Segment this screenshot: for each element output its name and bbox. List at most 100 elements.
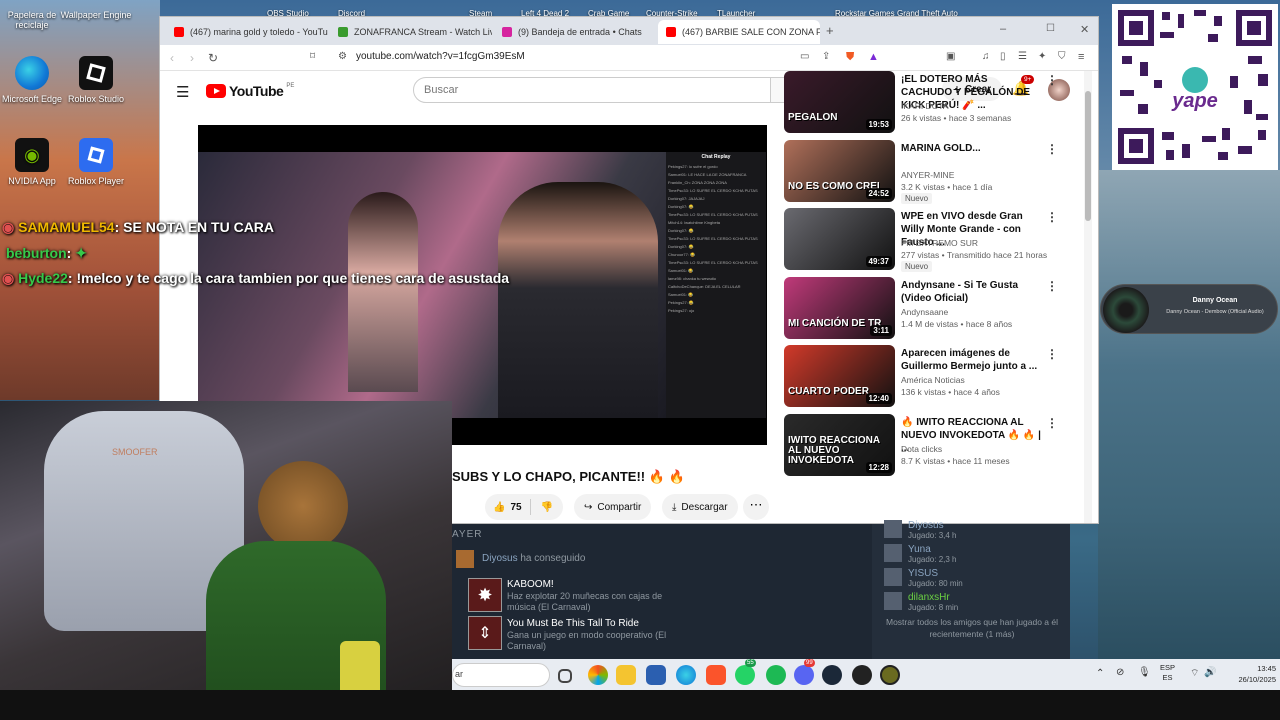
language-indicator[interactable]: ESP ES [1160, 663, 1175, 683]
more-options-icon[interactable]: ⋮ [1046, 73, 1058, 87]
recommendation-channel[interactable]: FM EXTREMO SUR [901, 238, 978, 248]
discord-icon[interactable]: 99 [794, 659, 815, 685]
scrollbar-track[interactable] [1084, 71, 1092, 523]
recommendation-channel[interactable]: IKARI DOTA [901, 101, 949, 111]
recommendation-thumbnail[interactable]: NO ES COMO CREI 24:52 [784, 140, 895, 202]
store-icon[interactable] [646, 665, 666, 685]
task-view-icon[interactable] [558, 669, 572, 683]
recommendation-item[interactable]: 49:37 WPE en VIVO desde Gran Willy Monte … [784, 208, 1084, 272]
recommendation-item[interactable]: IWITO REACCIONA AL NUEVO INVOKEDOTA 12:28… [784, 414, 1084, 478]
overlay-chat-emote-icon: ✦ [75, 245, 87, 261]
leo-ai-icon[interactable]: ✦ [1038, 51, 1046, 62]
recommendation-item[interactable]: PEGALON 19:53 ¡EL DOTERO MÁS CACHUDO Y PEG… [784, 71, 1084, 135]
friend-item[interactable]: Yuna Jugado: 2,3 h [884, 542, 1064, 564]
recommendation-thumbnail[interactable]: 49:37 [784, 208, 895, 270]
recommendation-channel[interactable]: América Noticias [901, 375, 965, 385]
recommendation-title[interactable]: MARINA GOLD... [901, 142, 1041, 155]
wifi-icon[interactable]: ⌔ [1190, 667, 1199, 680]
new-badge: Nuevo [901, 261, 933, 272]
brave-shield-icon[interactable]: ⛊ [846, 51, 854, 64]
more-options-icon[interactable]: ⋮ [1046, 347, 1058, 361]
chat-line: Pekings27: lo sufre el gordo [668, 164, 718, 169]
youtube-logo[interactable]: YouTube PE [206, 83, 294, 99]
taskbar-search[interactable]: ar [452, 663, 550, 687]
menu-icon[interactable]: ≡ [1078, 51, 1084, 63]
maximize-button[interactable]: ☐ [1046, 23, 1055, 34]
tab-youtube-marina[interactable]: (467) marina gold y toledo - YouTube [166, 20, 328, 44]
more-options-icon[interactable]: ⋮ [1046, 142, 1058, 156]
sidebar-icon[interactable]: ▯ [1000, 51, 1006, 62]
recommendation-thumbnail[interactable]: PEGALON 19:53 [784, 71, 895, 133]
desktop-icon-roblox-studio[interactable]: Roblox Studio [58, 56, 134, 104]
desktop-icon-roblox-player[interactable]: Roblox Player [58, 138, 134, 186]
friend-item[interactable]: Diyosus Jugado: 3,4 h [884, 518, 1064, 540]
forward-icon[interactable]: › [190, 51, 194, 65]
spotify-icon[interactable] [766, 665, 786, 685]
brave-taskbar-icon[interactable] [706, 665, 726, 685]
recommendation-thumbnail[interactable]: CUARTO PODER 12:40 [784, 345, 895, 407]
download-button[interactable]: ⤓ Descargar [662, 494, 738, 520]
vpn-icon[interactable]: ⛉ [1058, 51, 1066, 62]
cast-icon[interactable]: ▭ [800, 51, 809, 62]
more-options-icon[interactable]: ⋮ [1046, 416, 1058, 430]
recommendation-item[interactable]: CUARTO PODER 12:40 Aparecen imágenes de Gu… [784, 345, 1084, 409]
tab-instagram[interactable]: (9) Bandeja de entrada • Chats [494, 20, 656, 44]
site-info-icon[interactable]: ⚙ [338, 51, 347, 62]
friend-avatar [884, 520, 902, 538]
url-field[interactable]: youtube.com/watch?v=1fcgGm39EsM [356, 51, 525, 62]
microphone-tray-icon[interactable]: 🎙 [1138, 667, 1151, 678]
network-off-icon[interactable]: ⊘ [1116, 667, 1124, 678]
desktop-icon-wallpaper-engine[interactable]: Wallpaper Engine [58, 0, 134, 20]
tab-search-icon[interactable]: ▣ [946, 51, 955, 62]
show-all-friends-link[interactable]: Mostrar todos los amigos que han jugado … [880, 616, 1064, 640]
hamburger-menu-icon[interactable]: ☰ [176, 83, 189, 101]
copilot-icon[interactable] [588, 665, 608, 685]
new-tab-button[interactable]: + [826, 23, 834, 38]
scrollbar-thumb[interactable] [1085, 91, 1091, 221]
brave-rewards-icon[interactable]: ▲ [868, 51, 879, 63]
recommendation-channel[interactable]: ANYER-MINE [901, 170, 954, 180]
recommendation-thumbnail[interactable]: IWITO REACCIONA AL NUEVO INVOKEDOTA 12:28 [784, 414, 895, 476]
close-window-button[interactable]: ✕ [1080, 23, 1089, 36]
more-options-icon[interactable]: ⋮ [1046, 279, 1058, 293]
bookmark-icon[interactable]: ⌑ [310, 51, 315, 62]
recommendation-thumbnail[interactable]: MI CANCIÓN DE TR 3:11 [784, 277, 895, 339]
friend-playtime: Jugado: 80 min [908, 579, 963, 588]
whatsapp-icon[interactable]: 55 [735, 659, 756, 685]
reload-icon[interactable]: ↻ [208, 51, 218, 65]
search-input[interactable]: Buscar [413, 77, 771, 103]
chat-line: Samuel01: 😂 [668, 292, 694, 297]
recommendation-item[interactable]: MI CANCIÓN DE TR 3:11 Andynsane - Si Te Gu… [784, 277, 1084, 341]
reading-list-icon[interactable]: ☰ [1018, 51, 1027, 62]
volume-icon[interactable]: 🔊 [1204, 667, 1216, 678]
friend-item[interactable]: YISUS Jugado: 80 min [884, 566, 1064, 588]
clock[interactable]: 13:45 26/10/2025 [1228, 663, 1276, 685]
recommendation-channel[interactable]: Andynsaane [901, 307, 948, 317]
tab-zonafranca[interactable]: ZONAFRANCA Stream - Watch Live o [330, 20, 492, 44]
edge-taskbar-icon[interactable] [676, 665, 696, 685]
file-explorer-icon[interactable] [616, 665, 636, 685]
share-icon[interactable]: ⇪ [822, 51, 830, 62]
tab-youtube-barbie[interactable]: (467) BARBIE SALE CON ZONA F✕ [658, 20, 820, 44]
music-control-icon[interactable]: ♫ [982, 51, 990, 62]
recommendation-title[interactable]: Andynsane - Si Te Gusta (Video Oficial) [901, 279, 1041, 305]
activity-user-avatar[interactable] [456, 550, 474, 568]
tray-expand-icon[interactable]: ⌃ [1096, 668, 1104, 679]
recommendation-channel[interactable]: Dota clicks [901, 444, 942, 454]
obs-icon[interactable] [852, 665, 872, 685]
back-icon[interactable]: ‹ [170, 51, 174, 65]
now-playing-widget[interactable]: Danny Ocean Danny Ocean - Dembow (Offici… [1100, 284, 1278, 334]
new-badge: Nuevo [901, 193, 933, 204]
more-actions-button[interactable]: ⋯ [743, 494, 769, 520]
dislike-button[interactable]: 👎 [531, 502, 563, 513]
share-button[interactable]: ↪ Compartir [574, 494, 652, 520]
friend-item[interactable]: dilanxsHr Jugado: 8 min [884, 590, 1064, 612]
recommendation-item[interactable]: NO ES COMO CREI 24:52 MARINA GOLD... ANYER-… [784, 140, 1084, 204]
app-taskbar-icon[interactable] [880, 665, 900, 685]
friend-name: dilanxsHr [908, 592, 950, 603]
more-options-icon[interactable]: ⋮ [1046, 210, 1058, 224]
steam-taskbar-icon[interactable] [822, 665, 842, 685]
recommendation-title[interactable]: Aparecen imágenes de Guillermo Bermejo j… [901, 347, 1041, 373]
like-button[interactable]: 👍 75 [485, 502, 530, 513]
minimize-button[interactable]: – [1000, 23, 1006, 35]
